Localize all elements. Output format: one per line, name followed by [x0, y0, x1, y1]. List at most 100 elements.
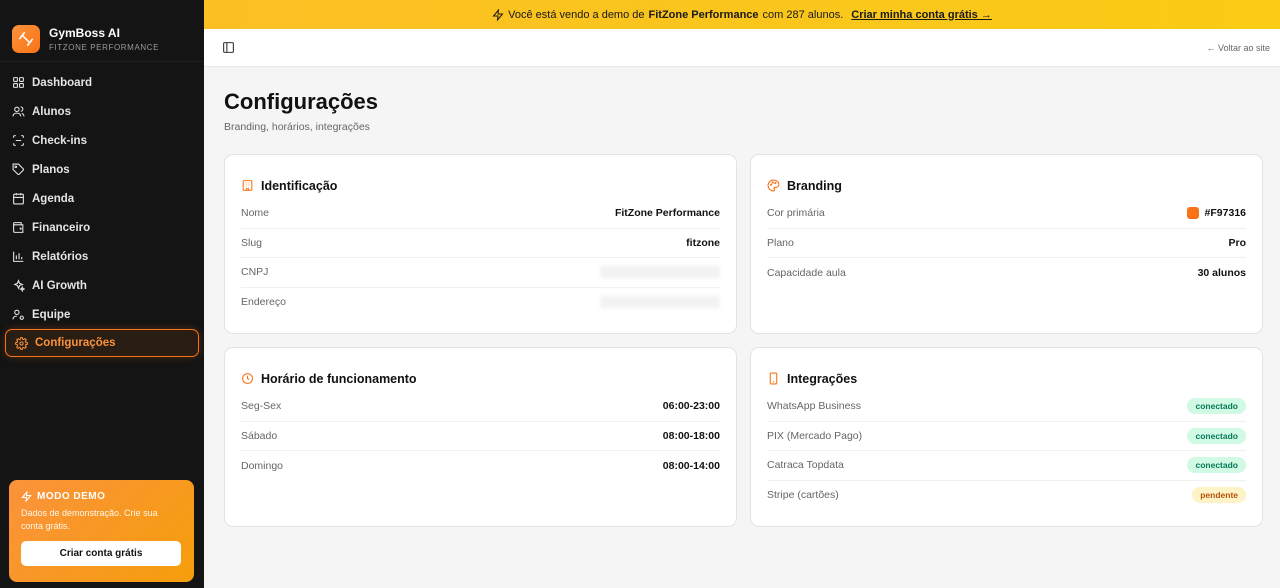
demo-banner: Você está vendo a demo de FitZone Perfor… [204, 0, 1280, 29]
table-row: Sábado 08:00-18:00 [241, 422, 720, 451]
table-row: Nome FitZone Performance [241, 199, 720, 229]
table-row: CNPJ [241, 258, 720, 288]
row-value: fitzone [686, 236, 720, 249]
lightning-icon [21, 491, 32, 502]
row-value: 08:00-18:00 [662, 429, 720, 442]
demo-title: MODO DEMO [37, 491, 106, 502]
sidebar: GymBoss AI FITZONE PERFORMANCE Dashboard… [0, 0, 204, 588]
card-title: Integrações [787, 371, 858, 386]
row-label: Slug [241, 236, 263, 249]
sidebar-item-financeiro[interactable]: Financeiro [0, 213, 204, 242]
table-row: Catraca Topdata conectado [767, 451, 1246, 481]
integracoes-rows: WhatsApp Business conectado PIX (Mercado… [751, 392, 1262, 510]
banner-gym-name: FitZone Performance [648, 8, 759, 21]
lightning-icon [492, 8, 504, 21]
sidebar-item-label: AI Growth [32, 279, 87, 292]
building-icon [242, 180, 253, 191]
table-row: Capacidade aula 30 alunos [767, 258, 1246, 288]
page-title: Configurações [224, 89, 379, 114]
row-value: 06:00-23:00 [662, 400, 720, 413]
users-icon [12, 106, 25, 117]
color-swatch[interactable] [1186, 207, 1199, 220]
sidebar-item-label: Check-ins [32, 134, 87, 147]
status-badge: pendente [1192, 487, 1246, 504]
brand[interactable]: GymBoss AI FITZONE PERFORMANCE [0, 0, 204, 62]
table-row: Slug fitzone [241, 229, 720, 258]
table-row: Stripe (cartões) pendente [767, 481, 1246, 511]
row-label: Domingo [241, 459, 284, 472]
sidebar-item-planos[interactable]: Planos [0, 155, 204, 184]
sidebar-item-agenda[interactable]: Agenda [0, 184, 204, 213]
bar-chart-icon [13, 251, 24, 262]
clock-icon [242, 373, 253, 384]
sidebar-item-alunos[interactable]: Alunos [0, 97, 204, 126]
row-label: Seg-Sex [241, 400, 282, 413]
card-title: Horário de funcionamento [261, 371, 417, 386]
tag-icon [12, 163, 24, 175]
sidebar-item-relatorios[interactable]: Relatórios [0, 242, 204, 271]
create-account-link[interactable]: Criar minha conta grátis → [851, 9, 992, 21]
palette-icon [767, 179, 780, 192]
sidebar-item-checkins[interactable]: Check-ins [0, 126, 204, 155]
sidebar-item-label: Equipe [32, 308, 71, 321]
row-label: Cor primária [767, 207, 825, 220]
row-value: FitZone Performance [614, 207, 720, 220]
sidebar-item-label: Agenda [32, 192, 75, 205]
card-header: Horário de funcionamento [225, 348, 736, 390]
table-row: WhatsApp Business conectado [767, 392, 1246, 422]
table-row: Endereço [241, 288, 720, 318]
status-badge: conectado [1187, 457, 1246, 474]
identificacao-card: Identificação Nome FitZone Performance S… [224, 154, 737, 334]
horario-rows: Seg-Sex 06:00-23:00 Sábado 08:00-18:00 D… [225, 392, 736, 481]
sidebar-item-label: Configurações [35, 337, 116, 349]
scan-icon [13, 135, 24, 146]
create-account-button[interactable]: Criar conta grátis [21, 541, 181, 566]
user-cog-icon [12, 309, 24, 320]
redacted-value [600, 266, 720, 279]
smartphone-icon [769, 372, 778, 385]
card-title: Identificação [261, 178, 338, 193]
table-row: Cor primária #F97316 [767, 199, 1246, 229]
demo-text: Dados de demonstração. Crie sua conta gr… [21, 508, 158, 531]
card-header: Integrações [751, 348, 1262, 390]
sidebar-toggle-icon[interactable] [222, 41, 235, 54]
sidebar-item-dashboard[interactable]: Dashboard [0, 68, 204, 97]
sidebar-item-label: Financeiro [32, 221, 91, 234]
card-title: Branding [787, 178, 842, 193]
sidebar-item-label: Planos [32, 163, 70, 176]
sidebar-item-ai-growth[interactable]: AI Growth [0, 271, 204, 300]
sidebar-nav: Dashboard Alunos Check-ins Planos Agenda… [0, 62, 204, 357]
status-badge: conectado [1187, 398, 1246, 415]
demo-title-row: MODO DEMO [21, 491, 182, 502]
page-subtitle: Branding, horários, integrações [224, 121, 370, 133]
table-row: Domingo 08:00-14:00 [241, 451, 720, 481]
table-row: Seg-Sex 06:00-23:00 [241, 392, 720, 422]
row-label: Capacidade aula [767, 266, 846, 279]
table-row: PIX (Mercado Pago) conectado [767, 422, 1246, 451]
status-badge: conectado [1187, 427, 1246, 444]
back-to-site-link[interactable]: ← Voltar ao site [1206, 43, 1270, 53]
card-header: Branding [751, 155, 1262, 197]
sidebar-item-label: Relatórios [32, 250, 89, 263]
sidebar-item-equipe[interactable]: Equipe [0, 300, 204, 329]
row-label: Nome [241, 207, 270, 220]
sparkles-icon [13, 279, 25, 292]
row-label: CNPJ [241, 266, 269, 279]
row-label: WhatsApp Business [767, 400, 861, 413]
row-value: 30 alunos [1197, 266, 1246, 279]
sidebar-item-label: Dashboard [32, 76, 93, 89]
dumbbell-logo-icon [12, 24, 40, 53]
row-label: Catraca Topdata [767, 459, 844, 472]
sidebar-item-configuracoes[interactable]: Configurações [5, 329, 199, 357]
horario-card: Horário de funcionamento Seg-Sex 06:00-2… [224, 347, 737, 527]
calendar-icon [13, 193, 24, 205]
row-label: Sábado [241, 429, 278, 442]
branding-rows: Cor primária #F97316 Plano Pro Capacidad… [751, 199, 1262, 288]
color-hex: #F97316 [1204, 207, 1246, 220]
redacted-value [600, 296, 720, 309]
table-row: Plano Pro [767, 229, 1246, 258]
app-name: GymBoss AI [49, 25, 120, 40]
row-label: Endereço [241, 296, 286, 309]
gear-icon [15, 336, 28, 350]
demo-mode-card: MODO DEMO Dados de demonstração. Crie su… [9, 480, 194, 582]
